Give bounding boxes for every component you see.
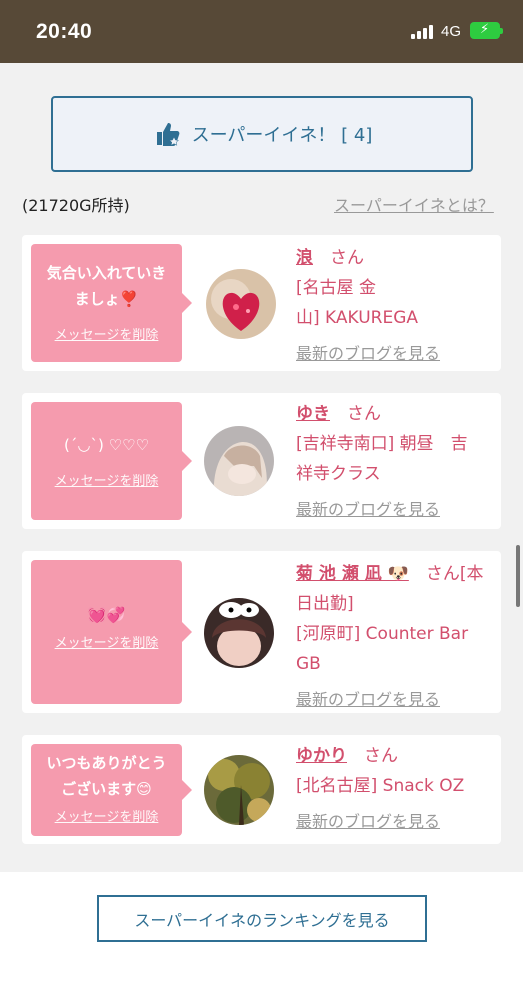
user-info: 菊 池 瀬 凪 🐶 さん[本 日出勤] [河原町] Counter Bar GB… bbox=[296, 559, 496, 715]
message-text: 気合い入れていき bbox=[46, 264, 167, 282]
shop-name: 祥寺クラス bbox=[296, 464, 381, 484]
shop-name: [名古屋 金 bbox=[296, 278, 377, 298]
message-text: 💓💞 bbox=[87, 606, 126, 624]
delete-message-link[interactable]: メッセージを削除 bbox=[31, 806, 182, 825]
message-card: 💓💞 メッセージを削除 菊 池 瀬 凪 🐶 さん[本 日出勤] [河原町] Co… bbox=[22, 551, 501, 713]
message-bubble: 気合い入れていき ましょ❣️ メッセージを削除 bbox=[31, 244, 192, 362]
shop-name: [河原町] Counter Bar bbox=[296, 624, 469, 644]
shop-name: GB bbox=[296, 654, 321, 674]
honorific: さん bbox=[425, 564, 460, 584]
signal-icon bbox=[411, 25, 435, 39]
latest-blog-link[interactable]: 最新のブログを見る bbox=[296, 495, 496, 525]
delete-message-link[interactable]: メッセージを削除 bbox=[31, 632, 182, 651]
latest-blog-link[interactable]: 最新のブログを見る bbox=[296, 685, 496, 715]
shift-status: 日出勤] bbox=[296, 594, 354, 614]
latest-blog-link[interactable]: 最新のブログを見る bbox=[296, 807, 496, 837]
user-name-link[interactable]: 菊 池 瀬 凪 🐶 bbox=[296, 564, 409, 584]
message-card: いつもありがとう ございます😊 メッセージを削除 ゆかり さん [北名古屋] S… bbox=[22, 735, 501, 844]
user-name-link[interactable]: 浪 bbox=[296, 248, 313, 268]
about-super-like-link[interactable]: スーパーイイネとは？ bbox=[334, 192, 494, 216]
message-text: ございます😊 bbox=[61, 780, 152, 798]
status-bar: 20:40 4G ⚡ bbox=[0, 0, 523, 63]
battery-icon: ⚡ bbox=[470, 22, 503, 39]
message-bubble: (ˊ◡ˋ) ♡♡♡ メッセージを削除 bbox=[31, 402, 192, 520]
coins-balance: (21720G所持) bbox=[22, 196, 130, 215]
latest-blog-link[interactable]: 最新のブログを見る bbox=[296, 339, 496, 369]
avatar[interactable] bbox=[204, 426, 274, 496]
message-text: いつもありがとう bbox=[46, 754, 167, 772]
super-like-label: スーパーイイネ！ [ 4] bbox=[191, 125, 373, 146]
avatar[interactable] bbox=[204, 598, 274, 668]
honorific: さん bbox=[364, 746, 398, 766]
user-info: 浪 さん [名古屋 金 山] KAKUREGA 最新のブログを見る bbox=[296, 243, 496, 369]
status-time: 20:40 bbox=[36, 20, 93, 43]
message-bubble: 💓💞 メッセージを削除 bbox=[31, 560, 192, 704]
honorific: さん bbox=[330, 248, 364, 268]
delete-message-link[interactable]: メッセージを削除 bbox=[31, 470, 182, 489]
thumbs-up-icon bbox=[156, 123, 180, 146]
delete-message-link[interactable]: メッセージを削除 bbox=[31, 324, 182, 343]
shift-status: [本 bbox=[459, 564, 484, 584]
avatar[interactable] bbox=[204, 755, 274, 825]
ranking-button[interactable]: スーパーイイネのランキングを見る bbox=[97, 895, 427, 942]
message-card: (ˊ◡ˋ) ♡♡♡ メッセージを削除 ゆき さん [吉祥寺南口] 朝昼 吉 祥寺… bbox=[22, 393, 501, 529]
message-text: (ˊ◡ˋ) ♡♡♡ bbox=[64, 436, 149, 454]
shop-name: 山] KAKUREGA bbox=[296, 308, 419, 328]
message-text: ましょ❣️ bbox=[74, 290, 139, 308]
super-like-button[interactable]: スーパーイイネ！ [ 4] bbox=[51, 96, 473, 172]
footer: スーパーイイネのランキングを見る bbox=[0, 872, 523, 1000]
shop-name: [北名古屋] Snack OZ bbox=[296, 776, 465, 796]
user-name-link[interactable]: ゆかり bbox=[296, 746, 347, 766]
avatar[interactable] bbox=[206, 269, 276, 339]
user-info: ゆき さん [吉祥寺南口] 朝昼 吉 祥寺クラス 最新のブログを見る bbox=[296, 399, 496, 525]
network-label: 4G bbox=[441, 23, 462, 40]
user-name-link[interactable]: ゆき bbox=[296, 404, 330, 424]
scrollbar[interactable] bbox=[516, 545, 520, 607]
honorific: さん bbox=[347, 404, 381, 424]
message-card: 気合い入れていき ましょ❣️ メッセージを削除 浪 さん [名古屋 金 山] K… bbox=[22, 235, 501, 371]
shop-name: [吉祥寺南口] 朝昼 吉 bbox=[296, 434, 468, 454]
message-bubble: いつもありがとう ございます😊 メッセージを削除 bbox=[31, 744, 192, 836]
user-info: ゆかり さん [北名古屋] Snack OZ 最新のブログを見る bbox=[296, 741, 496, 837]
